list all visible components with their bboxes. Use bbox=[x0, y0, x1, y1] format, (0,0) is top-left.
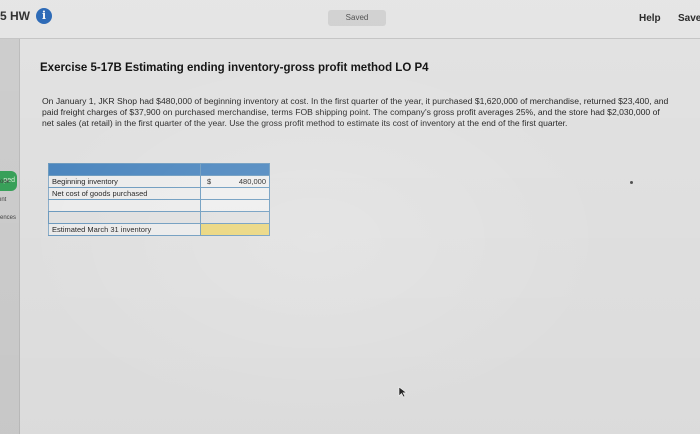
row-value-cell[interactable]: $ 480,000 bbox=[200, 175, 270, 188]
mouse-cursor-icon bbox=[398, 386, 408, 398]
exercise-title: Exercise 5-17B Estimating ending invento… bbox=[40, 62, 429, 74]
row-value-input[interactable] bbox=[200, 199, 270, 212]
row-label: Beginning inventory bbox=[48, 175, 201, 188]
top-bar: 5 HW i Saved Help Save bbox=[0, 0, 700, 39]
total-value-input[interactable] bbox=[200, 223, 270, 236]
save-button[interactable]: Save bbox=[678, 13, 700, 24]
stray-dot bbox=[630, 181, 633, 184]
currency-symbol: $ bbox=[207, 177, 212, 186]
sidebar-link-print[interactable]: int bbox=[0, 197, 18, 203]
sidebar: ped ook int ences bbox=[0, 39, 20, 434]
table-row: Beginning inventory $ 480,000 bbox=[48, 175, 270, 188]
worksheet-table: Beginning inventory $ 480,000 Net cost o… bbox=[48, 163, 270, 236]
info-icon[interactable]: i bbox=[36, 8, 52, 24]
row-value: 480,000 bbox=[238, 177, 266, 186]
row-label-input[interactable] bbox=[48, 199, 201, 212]
row-value-input[interactable] bbox=[200, 187, 270, 200]
sidebar-link-references[interactable]: ences bbox=[0, 215, 18, 221]
assignment-heading: 5 HW i bbox=[0, 8, 52, 24]
table-row: Net cost of goods purchased bbox=[48, 187, 270, 200]
saved-status-badge: Saved bbox=[328, 10, 386, 26]
table-row bbox=[48, 199, 270, 212]
assignment-name: 5 HW bbox=[0, 9, 30, 23]
total-label: Estimated March 31 inventory bbox=[48, 223, 201, 236]
table-header-row bbox=[48, 163, 270, 176]
sidebar-link-ebook[interactable]: ook bbox=[0, 179, 18, 185]
total-row: Estimated March 31 inventory bbox=[48, 223, 270, 236]
row-label[interactable]: Net cost of goods purchased bbox=[48, 187, 201, 200]
help-button[interactable]: Help bbox=[639, 13, 661, 24]
exercise-text: On January 1, JKR Shop had $480,000 of b… bbox=[42, 96, 669, 128]
